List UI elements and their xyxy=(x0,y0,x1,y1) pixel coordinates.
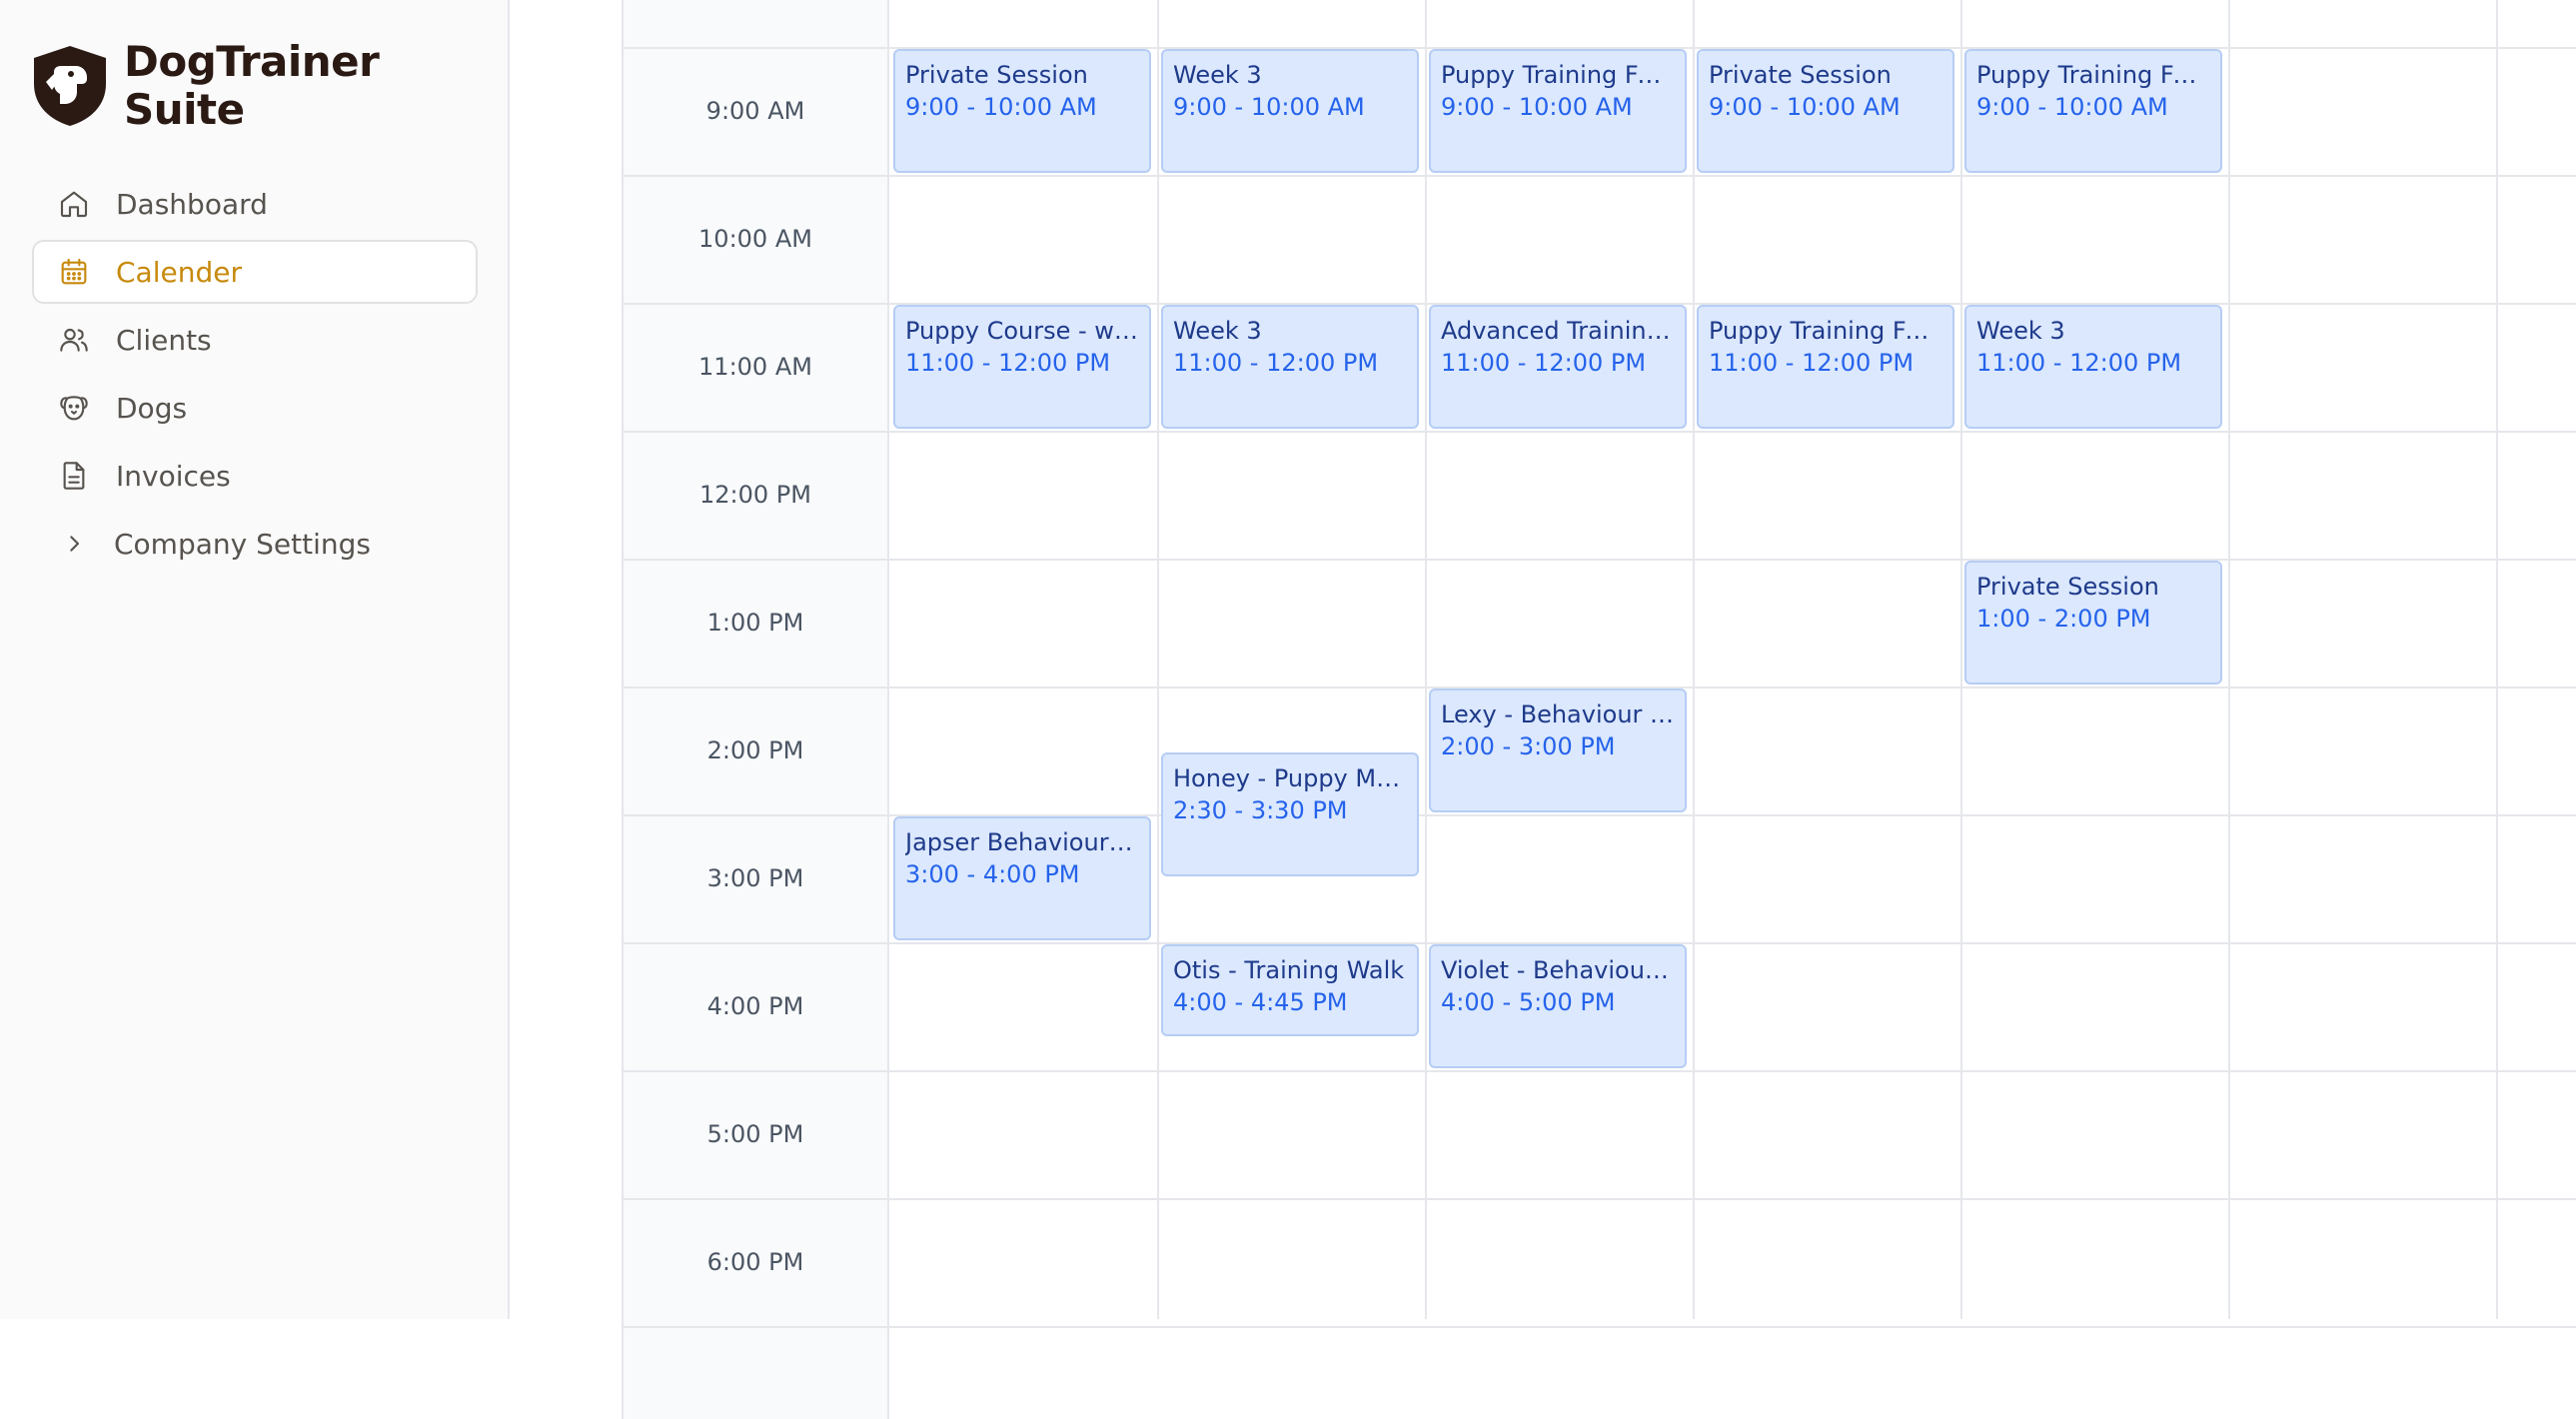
event-time: 2:30 - 3:30 PM xyxy=(1173,796,1348,824)
calendar-event[interactable]: Week 3 11:00 - 12:00 PM xyxy=(1964,305,2222,429)
time-label: 3:00 PM xyxy=(706,864,804,892)
nav-item-invoices[interactable]: Invoices xyxy=(32,444,478,508)
time-label: 5:00 PM xyxy=(706,1120,804,1148)
nav-label: Company Settings xyxy=(114,527,371,561)
time-label: 4:00 PM xyxy=(706,992,804,1020)
event-title: Week 3 xyxy=(1173,317,1262,345)
event-time: 9:00 - 10:00 AM xyxy=(1709,93,1901,121)
main-nav: Dashboard Calender Clients Dogs Invoices… xyxy=(32,172,478,580)
calendar-event[interactable]: Puppy Training Fun... 9:00 - 10:00 AM xyxy=(1964,49,2222,173)
nav-item-clients[interactable]: Clients xyxy=(32,308,478,372)
sidebar: DogTrainer Suite Dashboard Calender Clie… xyxy=(0,0,510,1319)
event-time: 11:00 - 12:00 PM xyxy=(1173,349,1379,377)
event-title: Private Session xyxy=(1709,61,1892,89)
event-time: 11:00 - 12:00 PM xyxy=(1441,349,1647,377)
day-gridline xyxy=(1157,0,1159,1319)
brand-name-line1: DogTrainer xyxy=(124,37,380,86)
hour-gridline xyxy=(622,1070,2576,1072)
time-label: 2:00 PM xyxy=(706,736,804,764)
calendar-event[interactable]: Private Session 9:00 - 10:00 AM xyxy=(1697,49,1954,173)
time-column xyxy=(622,0,889,1419)
calendar-event[interactable]: Puppy Course - we... 11:00 - 12:00 PM xyxy=(893,305,1151,429)
event-time: 2:00 - 3:00 PM xyxy=(1441,732,1616,760)
calendar-event[interactable]: Japser Behaviour M... 3:00 - 4:00 PM xyxy=(893,816,1151,940)
event-title: Honey - Puppy Mee... xyxy=(1173,764,1407,792)
event-time: 11:00 - 12:00 PM xyxy=(1976,349,2182,377)
nav-label: Invoices xyxy=(116,459,231,493)
event-time: 11:00 - 12:00 PM xyxy=(1709,349,1915,377)
nav-label: Clients xyxy=(116,323,212,357)
event-time: 11:00 - 12:00 PM xyxy=(905,349,1111,377)
time-label: 1:00 PM xyxy=(706,609,804,637)
hour-gridline xyxy=(622,1198,2576,1200)
calendar-event[interactable]: Puppy Training Fun... 9:00 - 10:00 AM xyxy=(1429,49,1687,173)
time-label: 9:00 AM xyxy=(705,97,805,125)
event-title: Puppy Training Fun... xyxy=(1709,317,1942,345)
event-title: Puppy Course - we... xyxy=(905,317,1139,345)
calendar-event[interactable]: Week 3 11:00 - 12:00 PM xyxy=(1161,305,1419,429)
calendar-event[interactable]: Violet - Behaviour ... 4:00 - 5:00 PM xyxy=(1429,944,1687,1068)
event-title: Lexy - Behaviour M... xyxy=(1441,701,1675,728)
hour-gridline xyxy=(622,1326,2576,1328)
dog-icon xyxy=(58,392,90,424)
event-title: Private Session xyxy=(1976,573,2159,601)
day-gridline xyxy=(1425,0,1427,1319)
day-gridline xyxy=(1960,0,1962,1319)
hour-gridline xyxy=(622,431,2576,433)
users-icon xyxy=(58,324,90,356)
day-gridline xyxy=(1693,0,1695,1319)
nav-label: Dogs xyxy=(116,391,188,425)
calendar-event[interactable]: Private Session 1:00 - 2:00 PM xyxy=(1964,561,2222,685)
event-time: 9:00 - 10:00 AM xyxy=(905,93,1097,121)
calendar-event[interactable]: Honey - Puppy Mee... 2:30 - 3:30 PM xyxy=(1161,752,1419,876)
event-time: 9:00 - 10:00 AM xyxy=(1441,93,1633,121)
event-title: Private Session xyxy=(905,61,1088,89)
brand[interactable]: DogTrainer Suite xyxy=(30,38,424,134)
calendar-event[interactable]: Advanced Training ... 11:00 - 12:00 PM xyxy=(1429,305,1687,429)
event-title: Advanced Training ... xyxy=(1441,317,1675,345)
document-icon xyxy=(58,460,90,492)
brand-name: DogTrainer Suite xyxy=(124,38,424,134)
time-label: 10:00 AM xyxy=(698,225,812,253)
event-time: 9:00 - 10:00 AM xyxy=(1976,93,2168,121)
day-gridline xyxy=(2228,0,2230,1319)
hour-gridline xyxy=(622,559,2576,561)
calendar-event[interactable]: Private Session 9:00 - 10:00 AM xyxy=(893,49,1151,173)
hour-gridline xyxy=(622,175,2576,177)
event-title: Week 3 xyxy=(1173,61,1262,89)
home-icon xyxy=(58,188,90,220)
nav-item-calender[interactable]: Calender xyxy=(32,240,478,304)
calendar-event[interactable]: Otis - Training Walk 4:00 - 4:45 PM xyxy=(1161,944,1419,1036)
event-title: Week 3 xyxy=(1976,317,2065,345)
event-title: Puppy Training Fun... xyxy=(1441,61,1675,89)
time-label: 11:00 AM xyxy=(698,353,812,381)
calendar-icon xyxy=(58,256,90,288)
time-label: 12:00 PM xyxy=(699,481,811,509)
event-title: Japser Behaviour M... xyxy=(905,828,1139,856)
nav-label: Calender xyxy=(116,255,242,289)
nav-item-dogs[interactable]: Dogs xyxy=(32,376,478,440)
event-time: 4:00 - 5:00 PM xyxy=(1441,988,1616,1016)
nav-item-company-settings[interactable]: Company Settings xyxy=(32,512,478,576)
event-time: 4:00 - 4:45 PM xyxy=(1173,988,1348,1016)
nav-label: Dashboard xyxy=(116,187,268,221)
event-title: Otis - Training Walk xyxy=(1173,956,1405,984)
event-time: 3:00 - 4:00 PM xyxy=(905,860,1080,888)
chevron-right-icon xyxy=(58,528,90,560)
event-time: 9:00 - 10:00 AM xyxy=(1173,93,1365,121)
day-gridline xyxy=(2496,0,2498,1319)
time-label: 6:00 PM xyxy=(706,1248,804,1276)
nav-item-dashboard[interactable]: Dashboard xyxy=(32,172,478,236)
calendar-event[interactable]: Week 3 9:00 - 10:00 AM xyxy=(1161,49,1419,173)
brand-name-line2: Suite xyxy=(124,85,245,134)
event-time: 1:00 - 2:00 PM xyxy=(1976,605,2151,633)
calendar-event[interactable]: Puppy Training Fun... 11:00 - 12:00 PM xyxy=(1697,305,1954,429)
event-title: Puppy Training Fun... xyxy=(1976,61,2210,89)
event-title: Violet - Behaviour ... xyxy=(1441,956,1675,984)
calendar-event[interactable]: Lexy - Behaviour M... 2:00 - 3:00 PM xyxy=(1429,689,1687,812)
dog-shield-logo-icon xyxy=(30,44,110,128)
